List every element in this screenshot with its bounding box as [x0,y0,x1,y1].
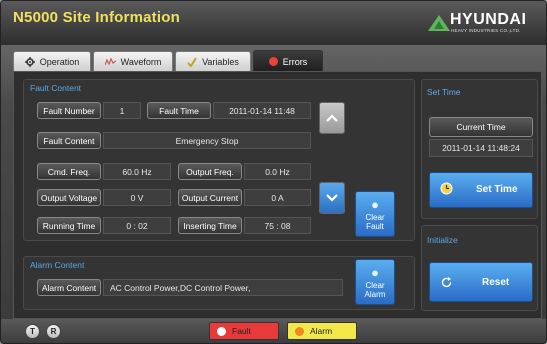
app-window: N5000 Site Information HYUNDAI HEAVY IND… [0,0,547,344]
tab-waveform[interactable]: Waveform [93,51,173,71]
initialize-section-title: Initialize [427,235,458,245]
fault-indicator-icon [217,326,226,336]
fault-section-title: Fault Content [30,83,82,93]
inserting-time-label: Inserting Time [178,217,242,234]
tab-errors[interactable]: Errors [253,50,323,72]
fault-number-value: 1 [103,102,141,119]
tab-waveform-label: Waveform [120,56,162,67]
alarm-content-value: AC Control Power,DC Control Power, [103,279,343,296]
fault-time-label: Fault Time [147,102,211,119]
alarm-section-title: Alarm Content [30,260,85,270]
gear-icon [24,56,35,67]
running-time-value: 0 : 02 [103,217,171,234]
clear-alarm-label: Clear Alarm [364,281,386,299]
brand-subtitle: HEAVY INDUSTRIES CO.,LTD. [451,28,521,33]
hyundai-logo: HYUNDAI HEAVY INDUSTRIES CO.,LTD. [428,11,538,37]
tab-operation[interactable]: Operation [13,51,91,71]
set-time-section-title: Set Time [427,87,461,97]
fault-time-value: 2011-01-14 11:48 [213,102,311,119]
set-time-button[interactable]: Set Time [429,172,533,208]
clock-icon [440,182,453,195]
output-freq-value: 0.0 Hz [244,163,311,180]
alarm-indicator-label: Alarm [310,326,333,336]
fault-indicator[interactable]: Fault [209,322,279,340]
tab-operation-label: Operation [39,56,80,67]
alarm-content-label: Alarm Content [37,279,101,296]
fault-content-label: Fault Content [37,132,101,149]
current-time-label: Current Time [429,117,533,137]
clear-alarm-icon: ● [371,265,379,280]
clear-fault-label: Clear Fault [365,213,385,231]
clear-alarm-button[interactable]: ● Clear Alarm [355,259,395,305]
refresh-icon [441,277,452,288]
alarm-indicator-icon [295,326,304,336]
tab-variables-label: Variables [202,56,239,67]
inserting-time-value: 75 : 08 [244,217,311,234]
reset-button[interactable]: Reset [429,262,533,302]
scroll-up-button[interactable] [319,102,345,134]
waveform-icon [104,57,116,65]
chevron-up-icon [326,114,338,122]
reset-label: Reset [482,277,510,288]
page-title: N5000 Site Information [13,9,180,26]
logo-triangle-inner-icon [434,21,444,29]
header-bar: N5000 Site Information HYUNDAI HEAVY IND… [1,1,546,45]
tab-variables[interactable]: Variables [175,51,251,71]
clear-fault-icon: ● [371,197,379,212]
check-icon [187,56,197,67]
fault-number-label: Fault Number [37,102,101,119]
output-current-value: 0 A [244,189,311,206]
cmd-freq-label: Cmd. Freq. [37,163,101,180]
output-freq-label: Output Freq. [178,163,242,180]
fault-content-value: Emergency Stop [103,132,311,149]
clear-fault-button[interactable]: ● Clear Fault [355,191,395,237]
chevron-down-icon [326,194,338,202]
current-time-value: 2011-01-14 11:48:24 [429,139,533,157]
scroll-down-button[interactable] [319,182,345,214]
tab-errors-label: Errors [282,56,308,67]
output-voltage-value: 0 V [103,189,171,206]
output-voltage-label: Output Voltage [37,189,101,206]
cmd-freq-value: 60.0 Hz [103,163,171,180]
running-time-label: Running Time [37,217,101,234]
output-current-label: Output Current [178,189,242,206]
t-button[interactable]: T [25,324,40,339]
error-icon [268,57,278,66]
set-time-label: Set Time [476,184,518,195]
fault-indicator-label: Fault [232,326,251,336]
alarm-indicator[interactable]: Alarm [287,322,357,340]
brand-name: HYUNDAI [450,11,527,28]
r-button[interactable]: R [46,324,61,339]
